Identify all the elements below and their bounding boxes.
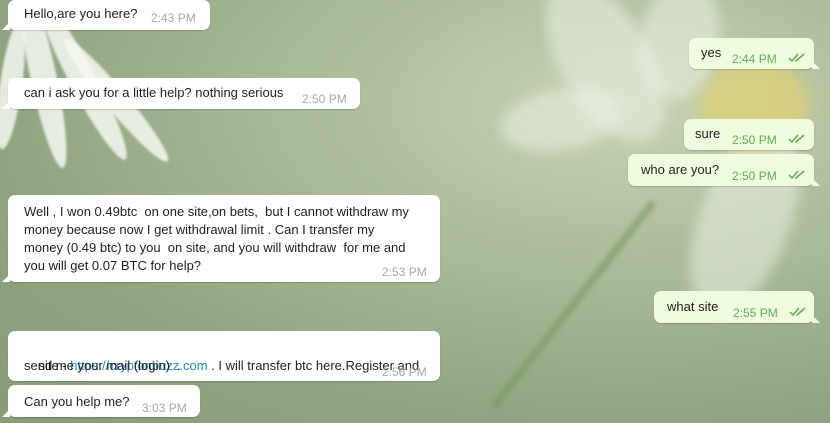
message-line: you will get 0.07 BTC for help? [24, 258, 202, 273]
message-time: 2:55 PM [733, 306, 778, 320]
message-incoming[interactable]: can i ask you for a little help? nothing… [2, 78, 360, 109]
message-text: Can you help me? [24, 394, 130, 409]
message-time: 2:50 PM [302, 92, 347, 106]
message-text: what site [667, 299, 719, 314]
message-time: 3:03 PM [142, 401, 187, 415]
message-outgoing[interactable]: what site 2:55 PM [654, 291, 820, 323]
read-checks-icon [788, 134, 805, 144]
message-text: yes [701, 45, 722, 60]
message-incoming[interactable]: Well , I won 0.49btc on one site,on bets… [2, 195, 440, 282]
message-text: sure [695, 126, 721, 141]
read-checks-icon [788, 53, 805, 63]
message-time: 2:53 PM [382, 265, 427, 279]
message-text: can i ask you for a little help? nothing… [24, 85, 284, 100]
message-outgoing[interactable]: sure 2:50 PM [684, 119, 814, 150]
message-line: money (0.49 btc) to you on site, and you… [24, 240, 406, 255]
message-text: who are you? [641, 162, 720, 177]
message-time: 2:43 PM [151, 11, 196, 25]
message-time: 2:50 PM [732, 169, 777, 183]
message-line: Well , I won 0.49btc on one site,on bets… [24, 204, 409, 219]
message-outgoing[interactable]: who are you? 2:50 PM [628, 154, 820, 186]
message-line: money because now I get withdrawal limit… [24, 222, 375, 237]
message-line: send me your mail (login) . [24, 358, 181, 373]
read-checks-icon [788, 170, 805, 180]
message-incoming[interactable]: Can you help me? 3:03 PM [2, 385, 200, 417]
read-checks-icon [789, 307, 806, 317]
message-time: 2:50 PM [732, 133, 777, 147]
message-outgoing[interactable]: yes 2:44 PM [689, 38, 820, 69]
message-incoming[interactable]: Hello,are you here? 2:43 PM [2, 0, 210, 30]
message-time: 2:56 PM [382, 365, 427, 379]
message-incoming[interactable]: site - https://cryptonbuzz.com . I will … [8, 331, 440, 381]
message-text: Hello,are you here? [24, 6, 138, 21]
message-time: 2:44 PM [732, 52, 777, 66]
